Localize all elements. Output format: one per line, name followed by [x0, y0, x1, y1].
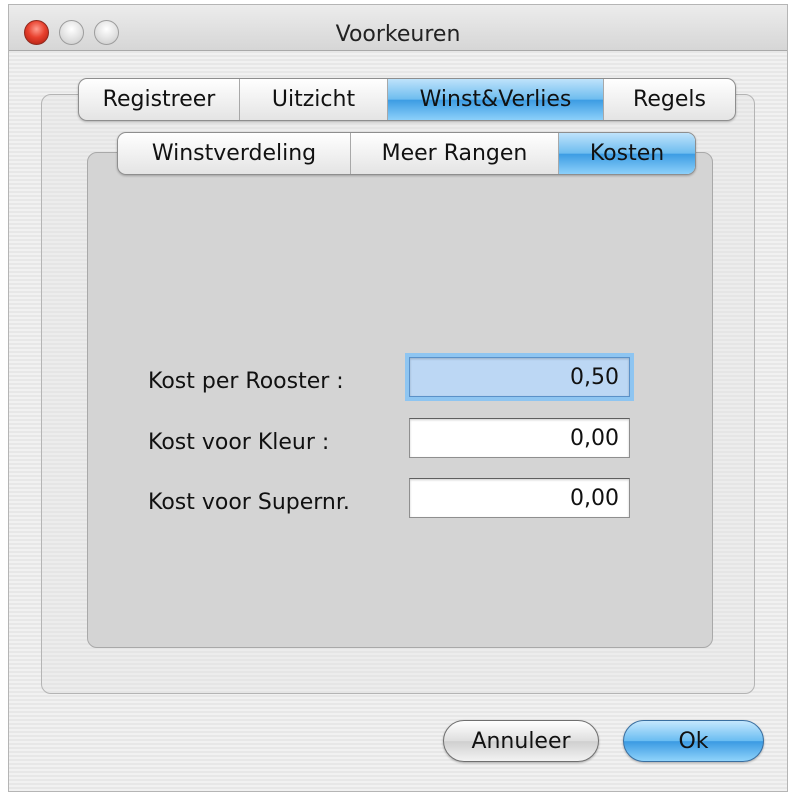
cost-super-field[interactable] [409, 478, 630, 518]
window-title: Voorkeuren [335, 22, 461, 47]
cost-color-label: Kost voor Kleur : [148, 430, 330, 455]
cost-color-field[interactable] [409, 418, 630, 458]
tab-regels[interactable]: Regels [603, 79, 735, 120]
tab-meer-rangen[interactable]: Meer Rangen [350, 133, 558, 174]
cancel-button[interactable]: Annuleer [443, 720, 599, 762]
cost-per-grid-label: Kost per Rooster : [148, 369, 344, 394]
main-tab-bar: Registreer Uitzicht Winst&Verlies Regels [78, 78, 736, 121]
tab-kosten[interactable]: Kosten [558, 133, 695, 174]
tab-uitzicht[interactable]: Uitzicht [239, 79, 387, 120]
title-bar[interactable]: Voorkeuren [9, 5, 787, 51]
cost-super-label: Kost voor Supernr. [148, 490, 350, 515]
tab-winstverdeling[interactable]: Winstverdeling [118, 133, 350, 174]
tab-registreer[interactable]: Registreer [79, 79, 239, 120]
ok-button[interactable]: Ok [623, 720, 764, 762]
sub-tab-panel [87, 152, 713, 648]
sub-tab-bar: Winstverdeling Meer Rangen Kosten [117, 132, 696, 175]
tab-winst-verlies[interactable]: Winst&Verlies [387, 79, 603, 120]
cost-per-grid-field[interactable] [409, 357, 630, 397]
